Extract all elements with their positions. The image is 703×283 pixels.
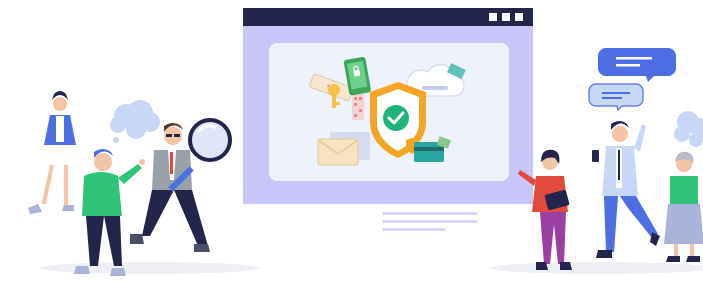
person-woman-blue-jacket [28,91,76,214]
caption-lines [383,212,477,231]
chat-bubble-secondary-icon [588,83,644,112]
person-man-magnifier [130,118,232,252]
person-old-woman [664,151,703,262]
code-grid-icon [352,94,364,120]
envelope-icon [317,138,359,166]
thought-bubble-icon [110,100,160,143]
illustration-scene: * * [28,8,703,276]
thought-bubble-right-icon [674,111,703,147]
ground-shadow-right [490,262,703,274]
ground-shadow-left [40,262,260,274]
chat-bubble-icon [598,48,676,82]
close-icon[interactable] [515,13,523,21]
person-man-phone [592,121,660,258]
maximize-icon[interactable] [502,13,510,21]
person-man-green-sweater [74,149,145,276]
minimize-icon[interactable] [489,13,497,21]
